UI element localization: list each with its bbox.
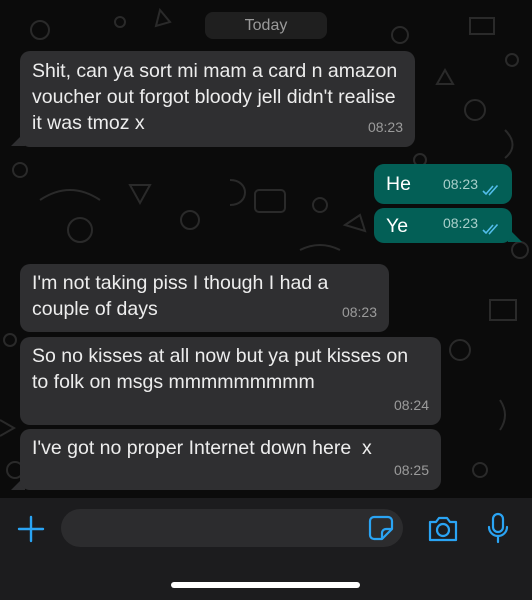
message-time: 08:23 (442, 176, 478, 192)
read-ticks-icon (482, 184, 499, 196)
message-input[interactable] (61, 509, 403, 547)
incoming-message[interactable]: Shit, can ya sort mi mam a card n amazon… (20, 51, 415, 147)
read-ticks-icon (482, 223, 499, 235)
message-text: So no kisses at all now but ya put kisse… (32, 345, 414, 393)
message-time: 08:24 (393, 397, 429, 413)
camera-icon[interactable] (427, 514, 459, 544)
sticker-icon[interactable] (368, 515, 394, 541)
incoming-message[interactable]: So no kisses at all now but ya put kisse… (20, 337, 441, 425)
plus-icon[interactable] (16, 514, 46, 544)
date-divider: Today (205, 12, 327, 39)
message-text: I've got no proper Internet down here x (32, 437, 372, 459)
message-time: 08:23 (341, 304, 377, 320)
message-time: 08:23 (442, 215, 478, 231)
incoming-message[interactable]: I'm not taking piss I though I had a cou… (20, 264, 389, 332)
home-indicator (171, 582, 360, 588)
message-time: 08:23 (367, 119, 403, 135)
message-text: I'm not taking piss I though I had a cou… (32, 272, 334, 320)
microphone-icon[interactable] (486, 512, 510, 544)
outgoing-message[interactable]: He 08:23 (374, 164, 512, 204)
incoming-message[interactable]: I've got no proper Internet down here x … (20, 429, 441, 490)
message-time: 08:25 (393, 462, 429, 478)
outgoing-message[interactable]: Ye 08:23 (374, 208, 512, 243)
message-text: Shit, can ya sort mi mam a card n amazon… (32, 60, 403, 134)
